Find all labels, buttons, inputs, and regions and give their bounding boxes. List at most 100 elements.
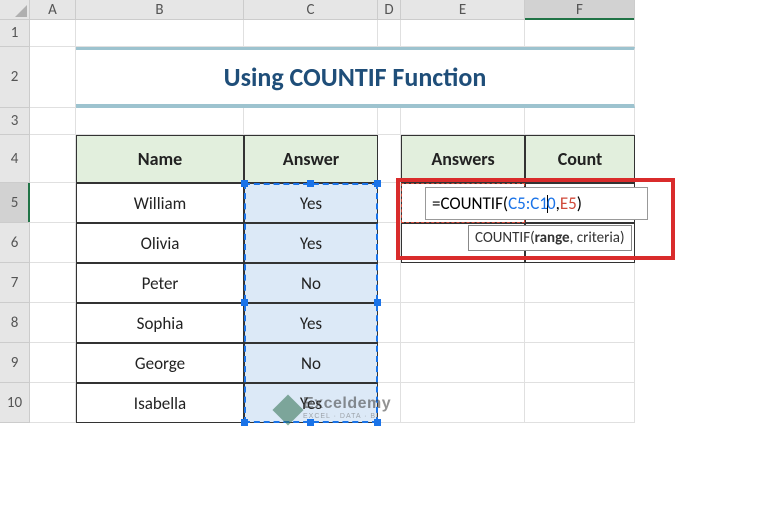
cell[interactable]	[378, 263, 401, 303]
cell[interactable]	[30, 47, 76, 108]
v: Yes	[300, 193, 322, 214]
page-title[interactable]: Using COUNTIF Function	[76, 47, 635, 108]
col-header-E[interactable]: E	[401, 0, 525, 20]
v: Isabella	[134, 393, 186, 414]
cell[interactable]	[401, 343, 525, 383]
v: Yes	[300, 313, 322, 334]
cell[interactable]	[401, 20, 525, 47]
cell[interactable]	[525, 303, 635, 343]
row-label: 1	[11, 24, 19, 42]
cell[interactable]	[378, 183, 401, 223]
row-label: 5	[11, 194, 19, 212]
cell[interactable]	[30, 343, 76, 383]
table1-cell[interactable]: Sophia	[76, 303, 244, 343]
cell[interactable]	[30, 20, 76, 47]
cell[interactable]	[30, 108, 76, 135]
title-text: Using COUNTIF Function	[224, 61, 487, 93]
row-header-6[interactable]: 6	[0, 223, 30, 263]
row-header-4[interactable]: 4	[0, 135, 30, 183]
cell[interactable]	[378, 223, 401, 263]
table1-cell[interactable]: Yes	[244, 223, 378, 263]
cell[interactable]	[401, 108, 525, 135]
table1-cell[interactable]: George	[76, 343, 244, 383]
col-label: F	[576, 1, 583, 19]
table1-header-answer[interactable]: Answer	[244, 135, 378, 183]
cell[interactable]	[525, 263, 635, 303]
tooltip-arg-range[interactable]: range	[535, 229, 570, 247]
v: William	[134, 193, 186, 214]
formula-text: =COUNTIF(	[432, 193, 508, 214]
row-header-2[interactable]: 2	[0, 47, 30, 108]
col-header-F[interactable]: F	[525, 0, 635, 20]
cell[interactable]	[525, 383, 635, 423]
table2-header-count[interactable]: Count	[525, 135, 635, 183]
spreadsheet-grid[interactable]: A B C D E F 1 2 3 4 5 6 7 8 9 10 Using C…	[0, 0, 767, 463]
watermark-subtitle: EXCEL · DATA · BI	[303, 413, 391, 420]
table1-cell[interactable]: Olivia	[76, 223, 244, 263]
hdr-text: Count	[558, 148, 603, 170]
v: No	[301, 273, 321, 294]
cell[interactable]	[525, 343, 635, 383]
table1-cell[interactable]: Isabella	[76, 383, 244, 423]
formula-edit-box[interactable]: =COUNTIF(C5:C10,E5)	[425, 187, 648, 220]
cell[interactable]	[244, 108, 378, 135]
select-all-corner[interactable]	[0, 0, 30, 20]
col-header-B[interactable]: B	[76, 0, 244, 20]
col-header-A[interactable]: A	[30, 0, 76, 20]
row-header-5[interactable]: 5	[0, 183, 30, 223]
hdr-text: Answers	[431, 148, 494, 170]
row-header-1[interactable]: 1	[0, 20, 30, 47]
hdr-text: Answer	[283, 148, 339, 170]
table1-cell[interactable]: Yes	[244, 183, 378, 223]
table1-cell[interactable]: William	[76, 183, 244, 223]
table2-header-answers[interactable]: Answers	[401, 135, 525, 183]
formula-text: )	[577, 193, 582, 214]
cell[interactable]	[525, 108, 635, 135]
row-header-7[interactable]: 7	[0, 263, 30, 303]
col-label: C	[307, 1, 315, 19]
cell[interactable]	[378, 303, 401, 343]
row-header-3[interactable]: 3	[0, 108, 30, 135]
cell[interactable]	[401, 383, 525, 423]
cell[interactable]	[30, 383, 76, 423]
cell[interactable]	[401, 303, 525, 343]
col-header-C[interactable]: C	[244, 0, 378, 20]
table1-cell[interactable]: Peter	[76, 263, 244, 303]
cell[interactable]	[525, 20, 635, 47]
row-label: 6	[11, 234, 19, 252]
row-label: 7	[11, 274, 19, 292]
watermark-title: Exceldemy	[303, 395, 391, 413]
table1-cell[interactable]: No	[244, 263, 378, 303]
cell[interactable]	[378, 108, 401, 135]
row-header-8[interactable]: 8	[0, 303, 30, 343]
cell[interactable]	[76, 108, 244, 135]
cell[interactable]	[76, 20, 244, 47]
formula-ref-range-tail: 0	[547, 193, 556, 214]
cell[interactable]	[378, 20, 401, 47]
cell[interactable]	[244, 20, 378, 47]
cell[interactable]	[30, 303, 76, 343]
hdr-text: Name	[138, 148, 182, 170]
v: George	[135, 353, 185, 374]
table1-cell[interactable]: Yes	[244, 303, 378, 343]
tooltip-fn: COUNTIF(	[475, 229, 535, 247]
row-label: 8	[11, 314, 19, 332]
cell[interactable]	[378, 343, 401, 383]
row-label: 3	[11, 112, 19, 130]
cell[interactable]	[30, 263, 76, 303]
cell[interactable]	[30, 223, 76, 263]
cell[interactable]	[401, 263, 525, 303]
v: Sophia	[137, 313, 184, 334]
col-header-D[interactable]: D	[378, 0, 401, 20]
row-label: 10	[7, 394, 22, 412]
col-label: B	[155, 1, 163, 19]
row-label: 9	[11, 354, 19, 372]
row-header-9[interactable]: 9	[0, 343, 30, 383]
table1-cell[interactable]: No	[244, 343, 378, 383]
cell[interactable]	[30, 183, 76, 223]
table1-header-name[interactable]: Name	[76, 135, 244, 183]
cell[interactable]	[30, 135, 76, 183]
function-tooltip[interactable]: COUNTIF(range, criteria)	[468, 225, 632, 251]
row-header-10[interactable]: 10	[0, 383, 30, 423]
cell[interactable]	[378, 135, 401, 183]
